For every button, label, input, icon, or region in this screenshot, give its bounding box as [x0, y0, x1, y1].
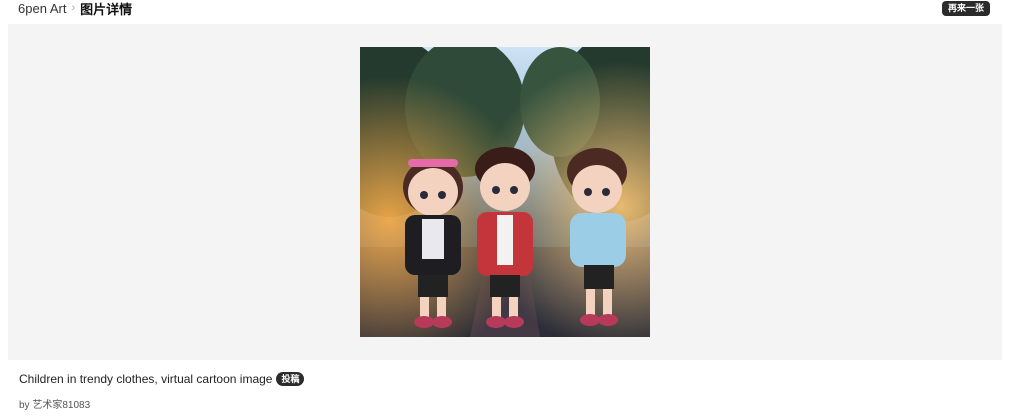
generate-again-button[interactable]: 再来一张: [941, 1, 990, 16]
breadcrumb-current: 图片详情: [80, 1, 133, 17]
author-link[interactable]: 艺术家81083: [32, 400, 90, 411]
top-bar: 6pen Art › 图片详情 再来一张: [0, 0, 1024, 20]
byline-prefix: by: [19, 400, 30, 411]
caption: Children in trendy clothes, virtual cart…: [19, 372, 305, 386]
breadcrumb: 6pen Art › 图片详情: [18, 0, 133, 17]
image-stage: [8, 24, 1002, 360]
byline: by 艺术家81083: [19, 396, 90, 411]
breadcrumb-home-link[interactable]: 6pen Art: [18, 1, 66, 16]
chevron-right-icon: ›: [71, 2, 76, 14]
image-title: Children in trendy clothes, virtual cart…: [19, 372, 273, 386]
artwork-image[interactable]: [360, 47, 650, 337]
submission-badge: 投稿: [276, 372, 305, 386]
